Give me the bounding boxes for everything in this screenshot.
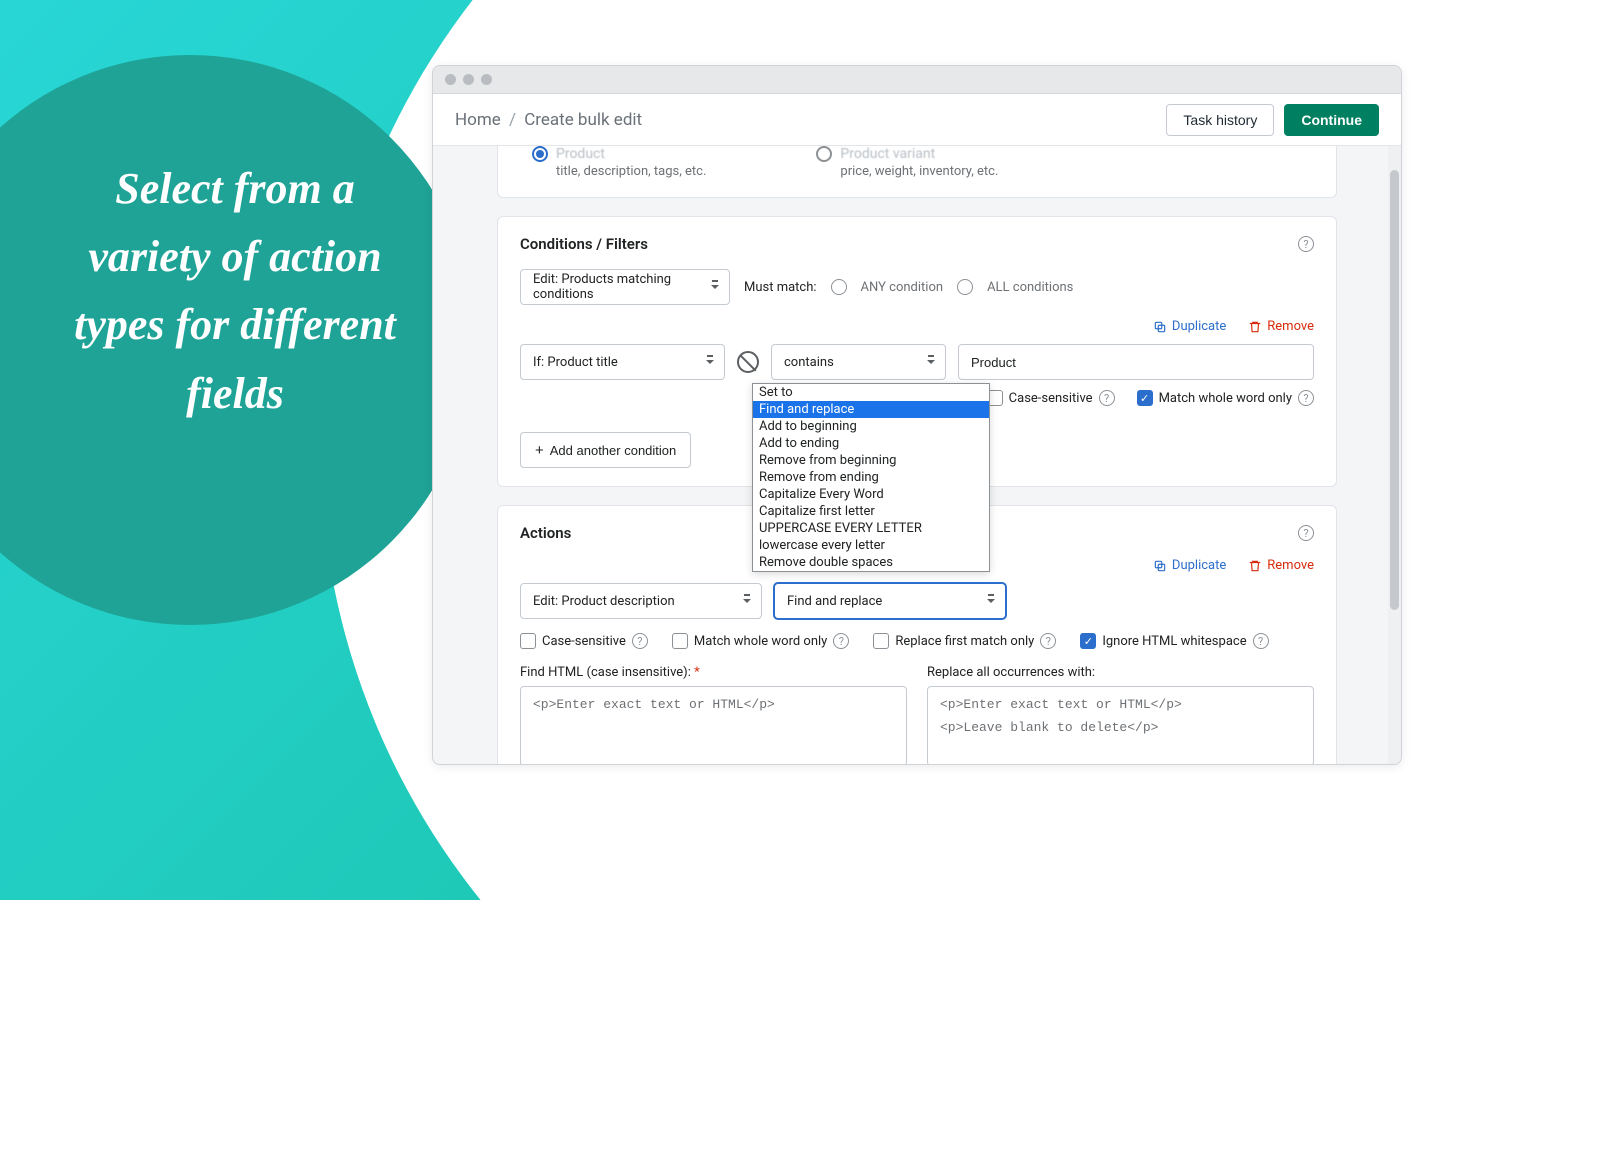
trash-icon [1248, 559, 1262, 573]
ignore-whitespace-label: Ignore HTML whitespace [1102, 634, 1246, 649]
breadcrumb-current: Create bulk edit [524, 110, 642, 130]
duplicate-action-link[interactable]: Duplicate [1153, 558, 1226, 573]
action-match-whole-checkbox[interactable] [672, 633, 688, 649]
breadcrumb-separator: / [509, 110, 516, 130]
scrollbar-track[interactable] [1388, 146, 1401, 764]
help-icon[interactable]: ? [632, 633, 648, 649]
radio-any[interactable] [831, 279, 847, 295]
action-type-option[interactable]: lowercase every letter [753, 537, 989, 554]
plus-icon: + [535, 442, 544, 459]
duplicate-icon [1153, 320, 1167, 334]
scrollbar-thumb[interactable] [1390, 170, 1399, 610]
actions-title: Actions [520, 524, 571, 542]
match-whole-label: Match whole word only [1159, 391, 1292, 406]
actions-card: Actions ? Duplicate Remove [497, 505, 1337, 764]
case-sensitive-label: Case-sensitive [1009, 391, 1093, 406]
radio-product-sub: title, description, tags, etc. [532, 164, 706, 179]
radio-variant-label: Product variant [840, 146, 935, 162]
continue-button[interactable]: Continue [1284, 104, 1379, 136]
edit-scope-select[interactable]: Edit: Products matching conditions [520, 269, 730, 305]
find-label: Find HTML (case insensitive): * [520, 665, 907, 680]
scope-card: Product title, description, tags, etc. P… [497, 146, 1337, 198]
radio-any-label: ANY condition [861, 280, 944, 295]
header-actions: Task history Continue [1166, 104, 1379, 136]
action-match-whole-label: Match whole word only [694, 634, 827, 649]
condition-field-value: If: Product title [533, 355, 618, 370]
conditions-title: Conditions / Filters [520, 235, 648, 253]
duplicate-label: Duplicate [1172, 319, 1226, 334]
action-type-option[interactable]: Remove from ending [753, 469, 989, 486]
action-type-option[interactable]: Find and replace [753, 401, 989, 418]
trash-icon [1248, 320, 1262, 334]
action-type-option[interactable]: Capitalize first letter [753, 503, 989, 520]
condition-field-select[interactable]: If: Product title [520, 344, 725, 380]
condition-operator-select[interactable]: contains [771, 344, 946, 380]
replace-first-checkbox[interactable] [873, 633, 889, 649]
page-header: Home / Create bulk edit Task history Con… [433, 94, 1401, 146]
remove-action-link[interactable]: Remove [1248, 558, 1314, 573]
radio-all-label: ALL conditions [987, 280, 1073, 295]
breadcrumb-home[interactable]: Home [455, 110, 501, 130]
action-type-option[interactable]: Add to ending [753, 435, 989, 452]
action-case-sensitive-label: Case-sensitive [542, 634, 626, 649]
radio-all[interactable] [957, 279, 973, 295]
condition-value-input[interactable] [958, 344, 1314, 380]
action-field-value: Edit: Product description [533, 594, 675, 609]
action-type-listbox[interactable]: Set toFind and replaceAdd to beginningAd… [752, 383, 990, 572]
remove-label: Remove [1267, 558, 1314, 573]
help-icon[interactable]: ? [833, 633, 849, 649]
action-type-option[interactable]: Capitalize Every Word [753, 486, 989, 503]
help-icon[interactable]: ? [1298, 390, 1314, 406]
not-icon[interactable] [737, 351, 759, 373]
action-type-select[interactable]: Find and replace [774, 583, 1006, 619]
window-titlebar [433, 66, 1401, 94]
help-icon[interactable]: ? [1298, 525, 1314, 541]
remove-condition-link[interactable]: Remove [1248, 319, 1314, 334]
match-whole-checkbox[interactable] [1137, 390, 1153, 406]
window-dot [463, 74, 474, 85]
ignore-whitespace-checkbox[interactable] [1080, 633, 1096, 649]
help-icon[interactable]: ? [1099, 390, 1115, 406]
replace-first-label: Replace first match only [895, 634, 1034, 649]
duplicate-label: Duplicate [1172, 558, 1226, 573]
replace-label: Replace all occurrences with: [927, 665, 1314, 680]
window-dot [445, 74, 456, 85]
radio-variant[interactable] [816, 146, 832, 162]
must-match-label: Must match: [744, 280, 817, 295]
breadcrumb: Home / Create bulk edit [455, 110, 642, 130]
radio-product[interactable] [532, 146, 548, 162]
task-history-button[interactable]: Task history [1166, 104, 1274, 136]
content-area: Product title, description, tags, etc. P… [433, 146, 1401, 764]
action-field-select[interactable]: Edit: Product description [520, 583, 762, 619]
marketing-headline: Select from a variety of action types fo… [50, 155, 420, 428]
radio-product-label: Product [556, 146, 605, 162]
remove-label: Remove [1267, 319, 1314, 334]
action-type-option[interactable]: UPPERCASE EVERY LETTER [753, 520, 989, 537]
action-type-option[interactable]: Set to [753, 384, 989, 401]
action-type-option[interactable]: Add to beginning [753, 418, 989, 435]
action-type-value: Find and replace [787, 594, 882, 609]
action-type-option[interactable]: Remove from beginning [753, 452, 989, 469]
action-type-option[interactable]: Remove double spaces [753, 554, 989, 571]
radio-variant-sub: price, weight, inventory, etc. [816, 164, 998, 179]
app-window: Home / Create bulk edit Task history Con… [432, 65, 1402, 765]
action-case-sensitive-checkbox[interactable] [520, 633, 536, 649]
condition-operator-value: contains [784, 355, 834, 370]
replace-html-textarea[interactable]: <p>Enter exact text or HTML</p> <p>Leave… [927, 686, 1314, 764]
add-condition-label: Add another condition [550, 443, 676, 458]
add-condition-button[interactable]: + Add another condition [520, 432, 691, 468]
help-icon[interactable]: ? [1040, 633, 1056, 649]
help-icon[interactable]: ? [1298, 236, 1314, 252]
help-icon[interactable]: ? [1253, 633, 1269, 649]
duplicate-condition-link[interactable]: Duplicate [1153, 319, 1226, 334]
duplicate-icon [1153, 559, 1167, 573]
find-html-textarea[interactable]: <p>Enter exact text or HTML</p> [520, 686, 907, 764]
window-dot [481, 74, 492, 85]
edit-scope-value: Edit: Products matching conditions [533, 272, 699, 302]
